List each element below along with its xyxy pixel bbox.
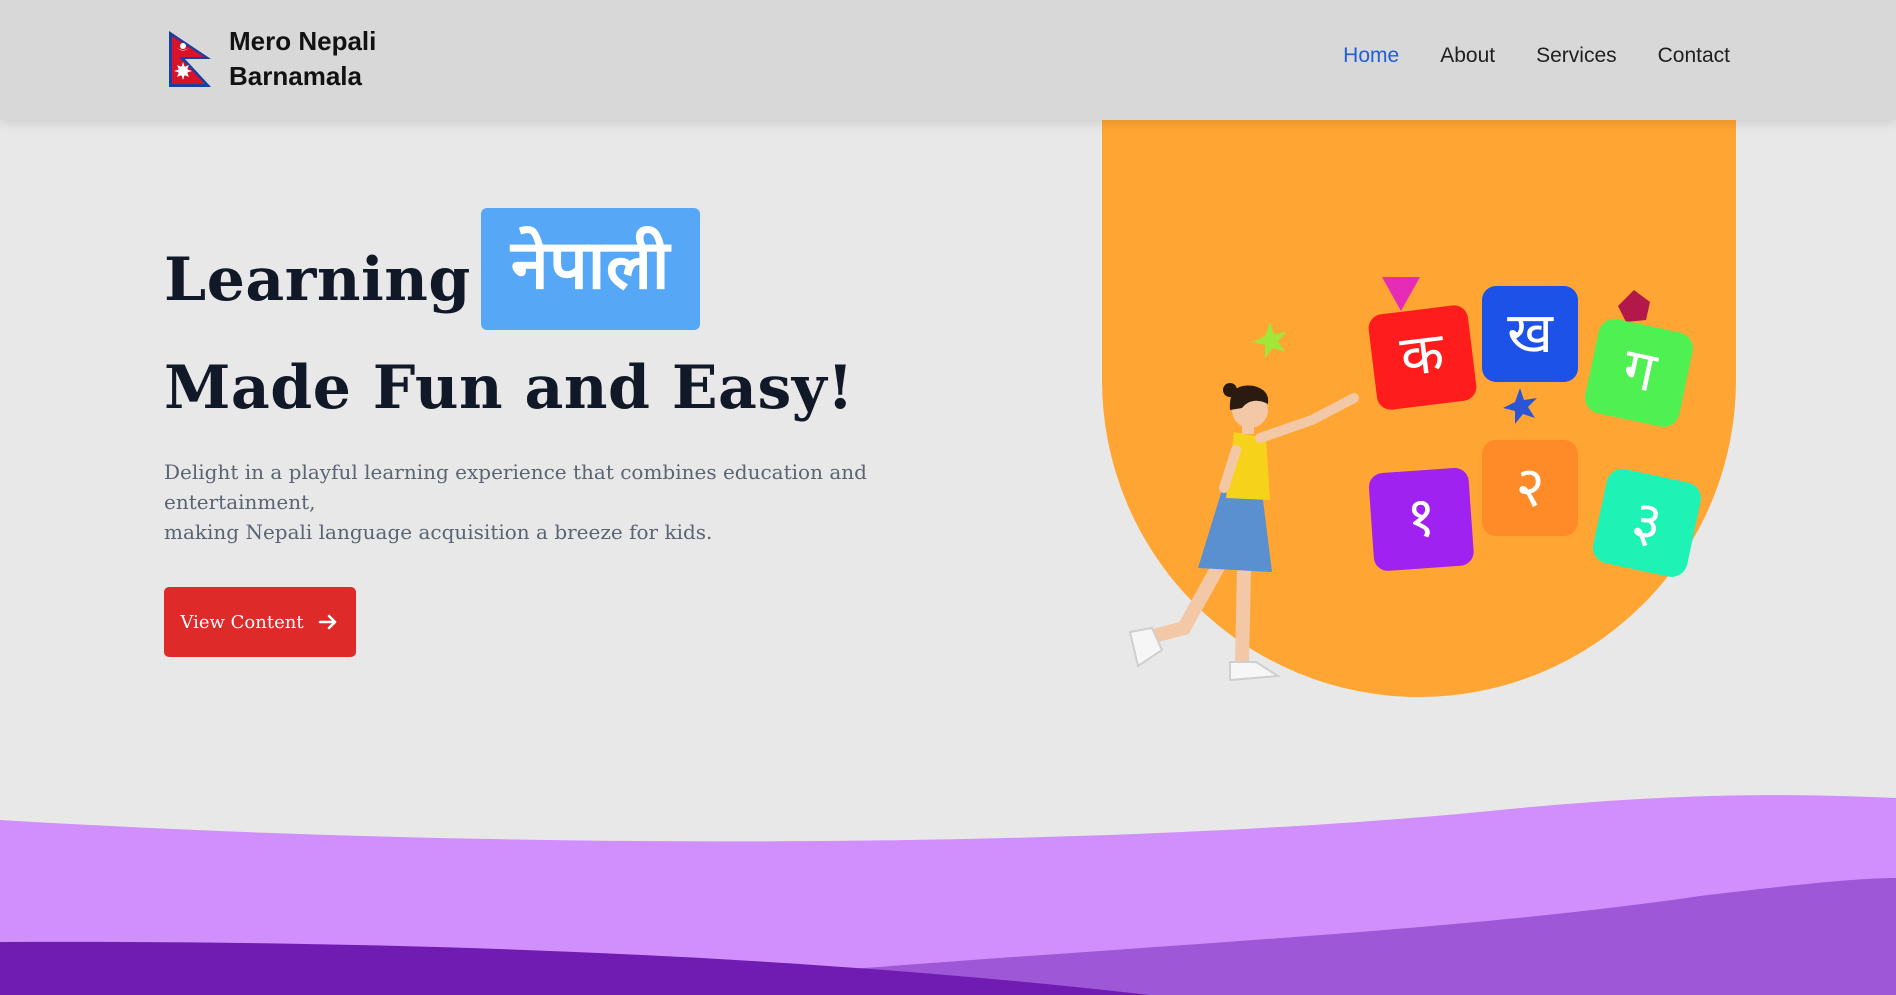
tile-ga: ग	[1585, 318, 1693, 427]
hero-description: Delight in a playful learning experience…	[164, 457, 1024, 547]
brand[interactable]: Mero Nepali Barnamala	[167, 24, 376, 94]
brand-line-1: Mero Nepali	[229, 26, 377, 56]
nav-home-link[interactable]: Home	[1343, 44, 1399, 68]
nepal-flag-icon	[169, 31, 211, 87]
tile-kha-letter: ख	[1507, 301, 1554, 366]
nav-about-link[interactable]: About	[1440, 44, 1495, 68]
hero-description-line-2: making Nepali language acquisition a bre…	[164, 520, 713, 544]
tile-two-numeral: २	[1515, 455, 1544, 520]
tile-kha: ख	[1482, 286, 1578, 382]
hero-illustration: क ख ग १ २ ३	[1102, 120, 1736, 697]
footer-waves	[0, 795, 1896, 995]
hero-title-prefix: Learning	[164, 245, 471, 315]
tile-ka: क	[1368, 305, 1477, 410]
brand-name: Mero Nepali Barnamala	[229, 24, 376, 94]
view-content-button[interactable]: View Content	[164, 587, 356, 657]
tile-two: २	[1482, 440, 1578, 536]
arrow-right-icon	[318, 614, 336, 630]
tile-ka-letter: क	[1397, 320, 1449, 390]
hero-title: Learning नेपाली Made Fun and Easy!	[164, 208, 854, 428]
hero-title-line-2: Made Fun and Easy!	[164, 353, 854, 423]
navbar: Mero Nepali Barnamala Home About Service…	[0, 0, 1896, 120]
hero-description-line-1: Delight in a playful learning experience…	[164, 460, 867, 514]
brand-line-2: Barnamala	[229, 61, 362, 91]
tile-one: १	[1368, 467, 1474, 571]
nav-contact-link[interactable]: Contact	[1658, 44, 1730, 68]
nav-menu: Home About Services Contact	[1302, 44, 1730, 68]
view-content-label: View Content	[180, 611, 304, 633]
tile-three: ३	[1593, 468, 1701, 577]
hero-title-highlight: नेपाली	[480, 208, 701, 330]
nav-services-link[interactable]: Services	[1536, 44, 1617, 68]
tile-one-numeral: १	[1404, 484, 1438, 551]
